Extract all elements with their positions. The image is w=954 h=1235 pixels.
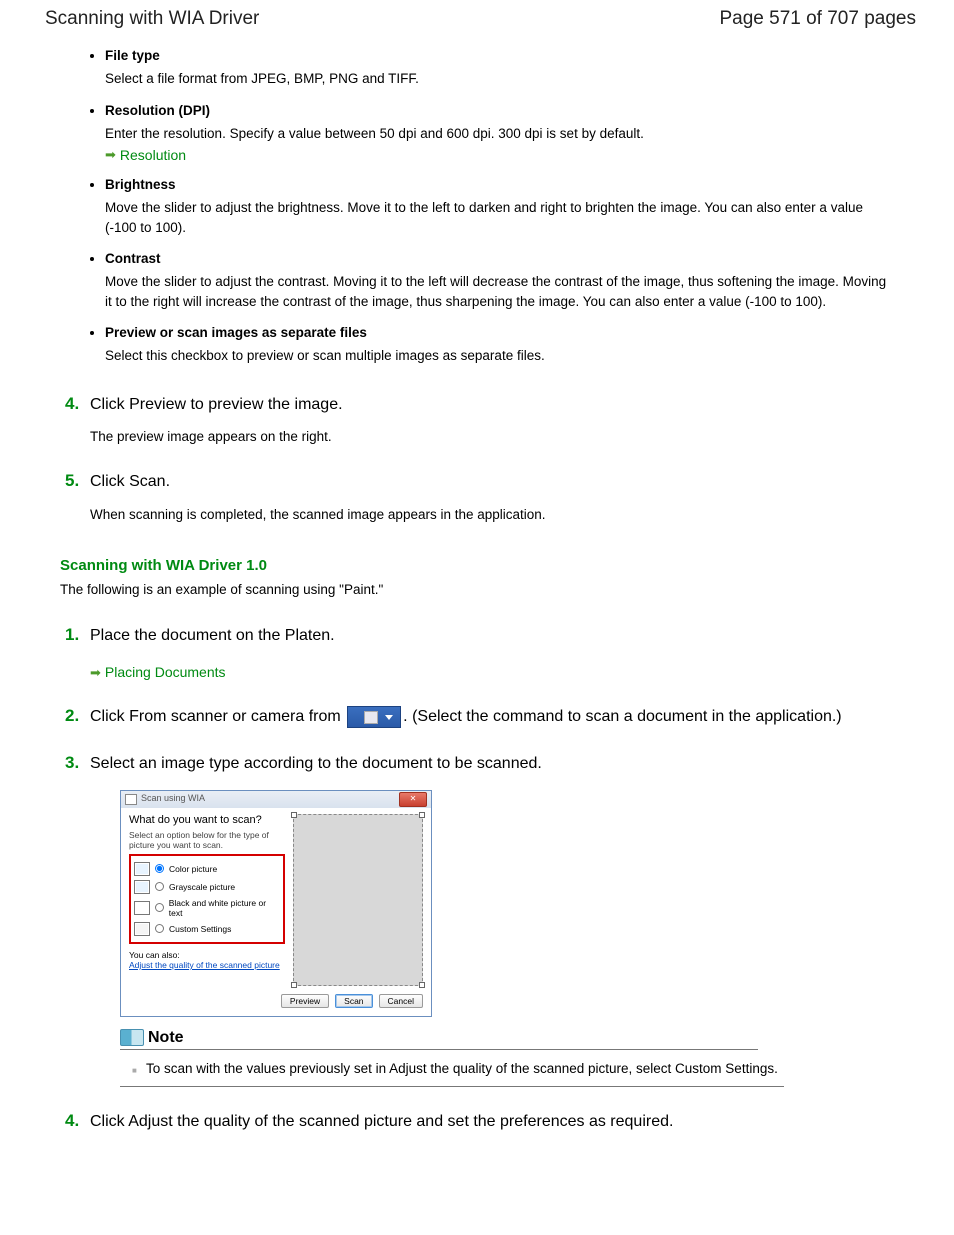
also-label: You can also: (129, 950, 180, 960)
step-1: 1. Place the document on the Platen. ➡ P… (60, 625, 894, 683)
bullet-title: Contrast (105, 251, 894, 266)
step-number: 4. (65, 1111, 79, 1131)
bullet-title: Brightness (105, 177, 894, 192)
step-title: Place the document on the Platen. (90, 625, 894, 647)
step-title: Select an image type according to the do… (90, 753, 894, 775)
adjust-quality-link[interactable]: Adjust the quality of the scanned pictur… (129, 960, 280, 970)
grayscale-thumb-icon (134, 880, 150, 894)
step-desc: When scanning is completed, the scanned … (90, 506, 894, 525)
radio-grayscale[interactable] (155, 882, 164, 891)
resolution-link[interactable]: ➡ Resolution (105, 147, 186, 163)
toolbar-dropdown-icon (347, 706, 401, 728)
bullet-preview-separate: Preview or scan images as separate files… (105, 325, 894, 366)
preview-button[interactable]: Preview (281, 994, 329, 1008)
section-desc: The following is an example of scanning … (60, 582, 894, 597)
page-header: Scanning with WIA Driver Page 571 of 707… (0, 0, 954, 30)
color-thumb-icon (134, 862, 150, 876)
step-number: 1. (65, 625, 79, 645)
bullet-desc: Enter the resolution. Specify a value be… (105, 124, 894, 144)
radio-color[interactable] (155, 864, 164, 873)
preview-area[interactable] (293, 814, 423, 986)
dialog-buttons: Preview Scan Cancel (121, 994, 431, 1016)
step-number: 2. (65, 706, 79, 726)
header-page-info: Page 571 of 707 pages (719, 8, 916, 30)
note-header: Note (120, 1029, 758, 1050)
option-label: Grayscale picture (169, 882, 235, 892)
option-label: Custom Settings (169, 924, 231, 934)
scan-button[interactable]: Scan (335, 994, 372, 1008)
step-title: Click Adjust the quality of the scanned … (90, 1111, 894, 1133)
options-highlight-box: Color picture Grayscale picture Black an (129, 854, 285, 944)
step-text-post: . (Select the command to scan a document… (403, 709, 841, 726)
cancel-button[interactable]: Cancel (379, 994, 423, 1008)
also-section: You can also: Adjust the quality of the … (129, 950, 285, 970)
option-color[interactable]: Color picture (134, 860, 280, 878)
link-label: Placing Documents (105, 663, 226, 683)
bullet-desc: Select a file format from JPEG, BMP, PNG… (105, 69, 894, 89)
step-3: 3. Select an image type according to the… (60, 753, 894, 1087)
option-custom[interactable]: Custom Settings (134, 920, 280, 938)
wia-scan-dialog: Scan using WIA ✕ What do you want to sca… (120, 790, 432, 1017)
bullet-desc: Move the slider to adjust the brightness… (105, 198, 894, 237)
step-desc: The preview image appears on the right. (90, 428, 894, 447)
step-number: 4. (65, 394, 79, 414)
step-2: 2. Click From scanner or camera from . (… (60, 706, 894, 729)
bullet-title: File type (105, 48, 894, 63)
bullet-contrast: Contrast Move the slider to adjust the c… (105, 251, 894, 311)
bullet-title: Preview or scan images as separate files (105, 325, 894, 340)
bullet-title: Resolution (DPI) (105, 103, 894, 118)
bullet-desc: Move the slider to adjust the contrast. … (105, 272, 894, 311)
arrow-right-icon: ➡ (90, 664, 101, 682)
note-body: To scan with the values previously set i… (120, 1056, 784, 1088)
step-title: Click Preview to preview the image. (90, 394, 894, 416)
dialog-subtext: Select an option below for the type of p… (129, 830, 285, 850)
radio-custom[interactable] (155, 924, 164, 933)
link-label: Resolution (120, 147, 186, 163)
steps-continued: 4. Click Preview to preview the image. T… (60, 394, 894, 525)
settings-list: File type Select a file format from JPEG… (60, 48, 894, 366)
bw-thumb-icon (134, 901, 150, 915)
dialog-title: Scan using WIA (125, 793, 205, 804)
header-title: Scanning with WIA Driver (45, 8, 259, 30)
section-heading: Scanning with WIA Driver 1.0 (60, 557, 894, 574)
bullet-resolution: Resolution (DPI) Enter the resolution. S… (105, 103, 894, 164)
bullet-brightness: Brightness Move the slider to adjust the… (105, 177, 894, 237)
step-title: Click From scanner or camera from . (Sel… (90, 706, 894, 729)
dialog-question: What do you want to scan? (129, 814, 285, 826)
close-button[interactable]: ✕ (399, 792, 427, 807)
window-icon (125, 794, 137, 805)
note-icon (120, 1029, 144, 1046)
steps-wia1: 1. Place the document on the Platen. ➡ P… (60, 625, 894, 1134)
dialog-titlebar: Scan using WIA ✕ (121, 791, 431, 808)
custom-thumb-icon (134, 922, 150, 936)
option-bw[interactable]: Black and white picture or text (134, 896, 280, 920)
step-4: 4. Click Preview to preview the image. T… (60, 394, 894, 447)
option-label: Black and white picture or text (169, 898, 280, 918)
note-label: Note (148, 1029, 184, 1047)
step-title: Click Scan. (90, 471, 894, 493)
option-grayscale[interactable]: Grayscale picture (134, 878, 280, 896)
bullet-file-type: File type Select a file format from JPEG… (105, 48, 894, 89)
step-number: 5. (65, 471, 79, 491)
step-4b: 4. Click Adjust the quality of the scann… (60, 1111, 894, 1133)
bullet-desc: Select this checkbox to preview or scan … (105, 346, 894, 366)
step-5: 5. Click Scan. When scanning is complete… (60, 471, 894, 524)
step-text-pre: Click From scanner or camera from (90, 709, 345, 726)
placing-documents-link[interactable]: ➡ Placing Documents (90, 663, 226, 683)
step-number: 3. (65, 753, 79, 773)
option-label: Color picture (169, 864, 217, 874)
arrow-right-icon: ➡ (105, 147, 116, 163)
radio-bw[interactable] (155, 903, 164, 912)
